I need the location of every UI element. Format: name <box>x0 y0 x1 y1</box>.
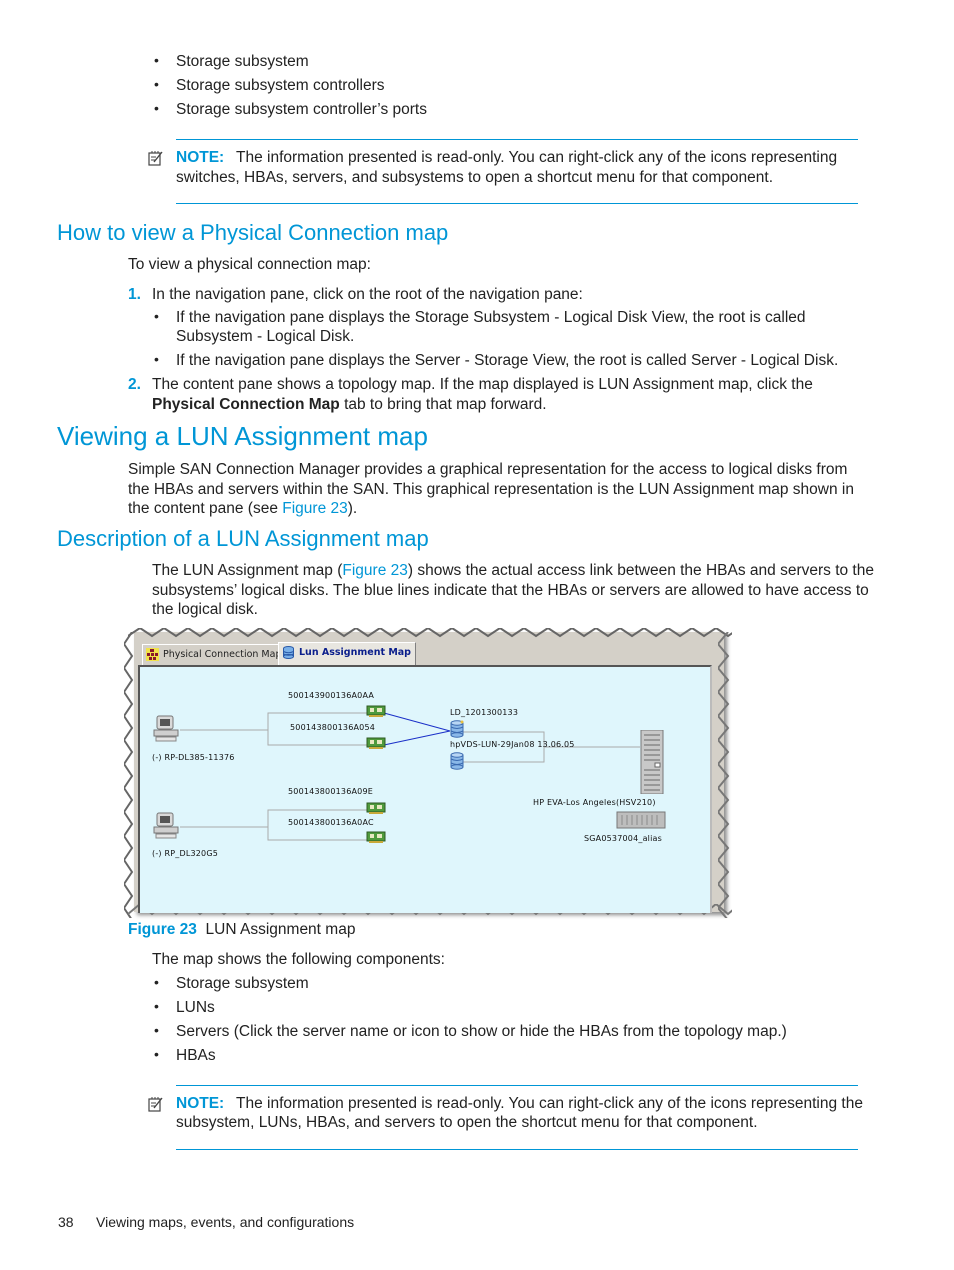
torn-edge-left <box>124 632 134 918</box>
list-item: Storage subsystem <box>176 975 309 992</box>
connection-lines <box>180 712 640 841</box>
sub-step-text: Subsystem - Logical Disk. <box>176 328 355 345</box>
section-heading: Description of a LUN Assignment map <box>57 526 429 551</box>
list-item: HBAs <box>176 1047 216 1064</box>
text-span: ) shows the actual access link between t… <box>407 562 874 579</box>
bullet-dot: • <box>154 1046 159 1062</box>
lun-assignment-map-screenshot: Physical Connection Map Lun Assignment M… <box>124 628 732 918</box>
hba-wwn: 500143800136A054 <box>290 723 376 732</box>
divider <box>176 139 858 140</box>
list-item: Storage subsystem controller’s ports <box>176 101 427 118</box>
database-icon <box>283 646 294 659</box>
bullet-dot: • <box>154 1022 159 1038</box>
hba-card-icon[interactable] <box>366 705 386 718</box>
list-item: Servers (Click the server name or icon t… <box>176 1023 787 1040</box>
controller-icon[interactable] <box>616 810 666 830</box>
hba-card-icon[interactable] <box>366 831 386 844</box>
hba-wwn: 500143800136A0AC <box>288 818 374 827</box>
lun-name: LD_1201300133 <box>450 708 519 717</box>
lun-disk-icon[interactable] <box>449 752 465 770</box>
step-text: The content pane shows a topology map. I… <box>152 376 813 393</box>
step-number: 1. <box>128 286 141 303</box>
intro-text: To view a physical connection map: <box>128 256 371 273</box>
step-text: In the navigation pane, click on the roo… <box>152 286 583 303</box>
bullet-dot: • <box>154 974 159 990</box>
step-text-rest: tab to bring that map forward. <box>339 396 547 413</box>
divider <box>176 1085 858 1086</box>
body-text: the logical disk. <box>152 601 258 618</box>
figure-caption: Figure 23 LUN Assignment map <box>128 921 355 939</box>
note-text: The information presented is read-only. … <box>236 149 838 166</box>
step-number: 2. <box>128 376 141 393</box>
text-span: the content pane (see <box>128 500 283 517</box>
figure-link[interactable]: Figure 23 <box>282 500 347 517</box>
storage-array-icon[interactable] <box>640 730 664 794</box>
note-label: NOTE: <box>176 149 225 166</box>
tab-physical-connection-map[interactable]: Physical Connection Map <box>142 644 287 665</box>
figure-number: Figure 23 <box>128 921 197 938</box>
note-text: The information presented is read-only. … <box>236 1095 863 1112</box>
server-icon[interactable] <box>153 812 179 840</box>
access-line <box>383 730 451 746</box>
bullet-dot: • <box>154 52 159 68</box>
body-text: Simple SAN Connection Manager provides a… <box>128 461 848 478</box>
tab-lun-assignment-map[interactable]: Lun Assignment Map <box>278 642 416 665</box>
section-heading: Viewing a LUN Assignment map <box>57 421 428 451</box>
ui-reference-bold: Physical Connection Map <box>152 396 340 413</box>
sub-step-text: If the navigation pane displays the Serv… <box>176 352 839 369</box>
torn-edge-top <box>128 628 732 638</box>
intro-text: The map shows the following components: <box>152 951 445 968</box>
server-icon[interactable] <box>153 715 179 743</box>
divider <box>176 1149 858 1150</box>
lun-name: hpVDS-LUN-29Jan08 13.06.05 <box>450 740 575 749</box>
list-item: Storage subsystem controllers <box>176 77 385 94</box>
step-text: Physical Connection Map tab to bring tha… <box>152 395 547 415</box>
subsystem-name[interactable]: HP EVA-Los Angeles(HSV210) <box>533 798 656 807</box>
hba-wwn: 500143800136A09E <box>288 787 373 796</box>
server-name[interactable]: (-) RP-DL385-11376 <box>152 753 235 762</box>
figure-link[interactable]: Figure 23 <box>342 562 407 579</box>
figure-title: LUN Assignment map <box>205 921 356 938</box>
body-text: the HBAs and servers within the SAN. Thi… <box>128 481 854 498</box>
access-line <box>383 712 451 732</box>
text-span: The LUN Assignment map ( <box>152 562 343 579</box>
server-name[interactable]: (-) RP_DL320G5 <box>152 849 218 858</box>
controller-alias: SGA0537004_alias <box>584 834 662 843</box>
section-heading: How to view a Physical Connection map <box>57 220 449 245</box>
torn-edge-zigzag <box>128 628 732 638</box>
bullet-dot: • <box>154 100 159 116</box>
torn-edge-zigzag <box>124 632 134 918</box>
hba-wwn: 500143900136A0AA <box>288 691 375 700</box>
body-text: subsystems’ logical disks. The blue line… <box>152 582 869 599</box>
topology-canvas[interactable]: (-) RP-DL385-11376 500143900136A0AA 5001… <box>138 665 712 913</box>
text-span: ). <box>347 500 358 517</box>
torn-edge-right <box>718 632 730 918</box>
divider <box>176 203 858 204</box>
bullet-dot: • <box>154 308 159 324</box>
page-number: 38 <box>58 1214 74 1230</box>
tab-label: Lun Assignment Map <box>299 647 411 658</box>
tab-label: Physical Connection Map <box>163 649 282 660</box>
topology-icon <box>146 648 159 661</box>
torn-edge-zigzag <box>718 632 730 918</box>
list-item: Storage subsystem <box>176 53 309 70</box>
hba-card-icon[interactable] <box>366 802 386 815</box>
body-text: the content pane (see Figure 23). <box>128 499 357 519</box>
note-text: switches, HBAs, servers, and subsystems … <box>176 169 774 186</box>
note-text: subsystem, LUNs, HBAs, and servers to op… <box>176 1114 758 1131</box>
note-icon <box>148 1097 163 1112</box>
body-text: The LUN Assignment map (Figure 23) shows… <box>152 561 874 581</box>
bullet-dot: • <box>154 351 159 367</box>
footer-chapter-title: Viewing maps, events, and configurations <box>96 1214 355 1230</box>
bullet-dot: • <box>154 998 159 1014</box>
bullet-dot: • <box>154 76 159 92</box>
list-item: LUNs <box>176 999 215 1016</box>
note-label: NOTE: <box>176 1095 225 1112</box>
sub-step-text: If the navigation pane displays the Stor… <box>176 309 806 326</box>
note-icon <box>148 151 163 166</box>
hba-card-icon[interactable] <box>366 737 386 750</box>
lun-disk-icon[interactable] <box>449 720 465 738</box>
